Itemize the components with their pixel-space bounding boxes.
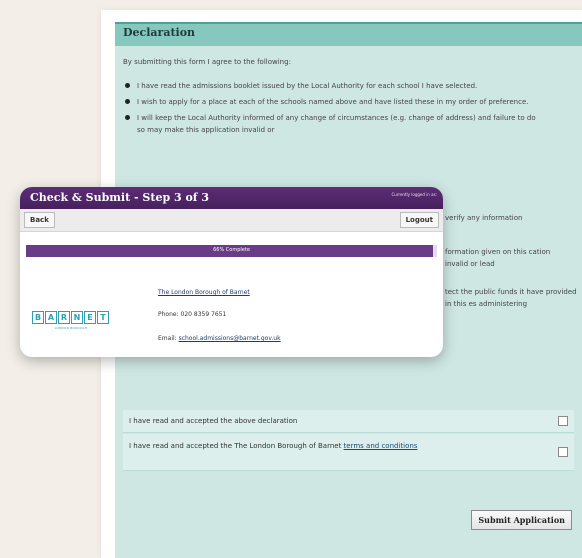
barnet-logo: BARNET LONDON BOROUGH (32, 311, 110, 330)
bullet-icon (125, 115, 130, 120)
agree-declaration-row: I have read and accepted the above decla… (123, 410, 574, 433)
agree-terms-row: I have read and accepted the The London … (123, 434, 574, 471)
phone-text: Phone: 020 8359 7651 (158, 311, 227, 318)
logo-letter: T (97, 311, 109, 324)
bullet-icon (125, 83, 130, 88)
logo-letter: A (45, 311, 57, 324)
check-submit-card: Check & Submit - Step 3 of 3 Currently l… (20, 187, 443, 357)
logo-letter: B (32, 311, 44, 324)
submit-application-button[interactable]: Submit Application (471, 510, 572, 530)
logo-subtitle: LONDON BOROUGH (54, 326, 88, 330)
declaration-heading: Declaration (115, 22, 582, 46)
declaration-fragment-2: formation given on this cation invalid o… (445, 248, 551, 268)
borough-link[interactable]: The London Borough of Barnet (158, 289, 250, 296)
email-text: Email: school.admissions@barnet.gov.uk (158, 335, 281, 342)
declaration-list: I have read the admissions booklet issue… (123, 80, 543, 140)
back-button[interactable]: Back (24, 212, 55, 228)
card-toolbar: Back Logout (20, 209, 443, 232)
bullet-icon (125, 99, 130, 104)
list-item: I wish to apply for a place at each of t… (123, 96, 543, 108)
agree-terms-label: I have read and accepted the The London … (129, 442, 418, 450)
terms-link[interactable]: terms and conditions (344, 442, 418, 450)
declaration-intro: By submitting this form I agree to the f… (123, 58, 291, 66)
logo-letter: N (71, 311, 83, 324)
logout-button[interactable]: Logout (399, 212, 439, 228)
agree-declaration-checkbox[interactable] (558, 416, 568, 426)
logo-letter: R (58, 311, 70, 324)
list-item: I will keep the Local Authority informed… (123, 112, 543, 136)
card-header: Check & Submit - Step 3 of 3 Currently l… (20, 187, 443, 209)
agree-declaration-label: I have read and accepted the above decla… (129, 417, 298, 425)
progress-label: 66% Complete (213, 247, 250, 253)
declaration-fragment-1: verify any information (445, 214, 523, 222)
email-link[interactable]: school.admissions@barnet.gov.uk (179, 335, 281, 342)
card-title: Check & Submit - Step 3 of 3 (30, 191, 209, 204)
logo-letter: E (84, 311, 96, 324)
agree-terms-checkbox[interactable] (558, 447, 568, 457)
logged-in-label: Currently logged in as: (391, 192, 437, 197)
list-item: I have read the admissions booklet issue… (123, 80, 543, 92)
progress-bar: 66% Complete (26, 245, 437, 257)
declaration-fragment-3: tect the public funds it have provided i… (445, 288, 577, 308)
